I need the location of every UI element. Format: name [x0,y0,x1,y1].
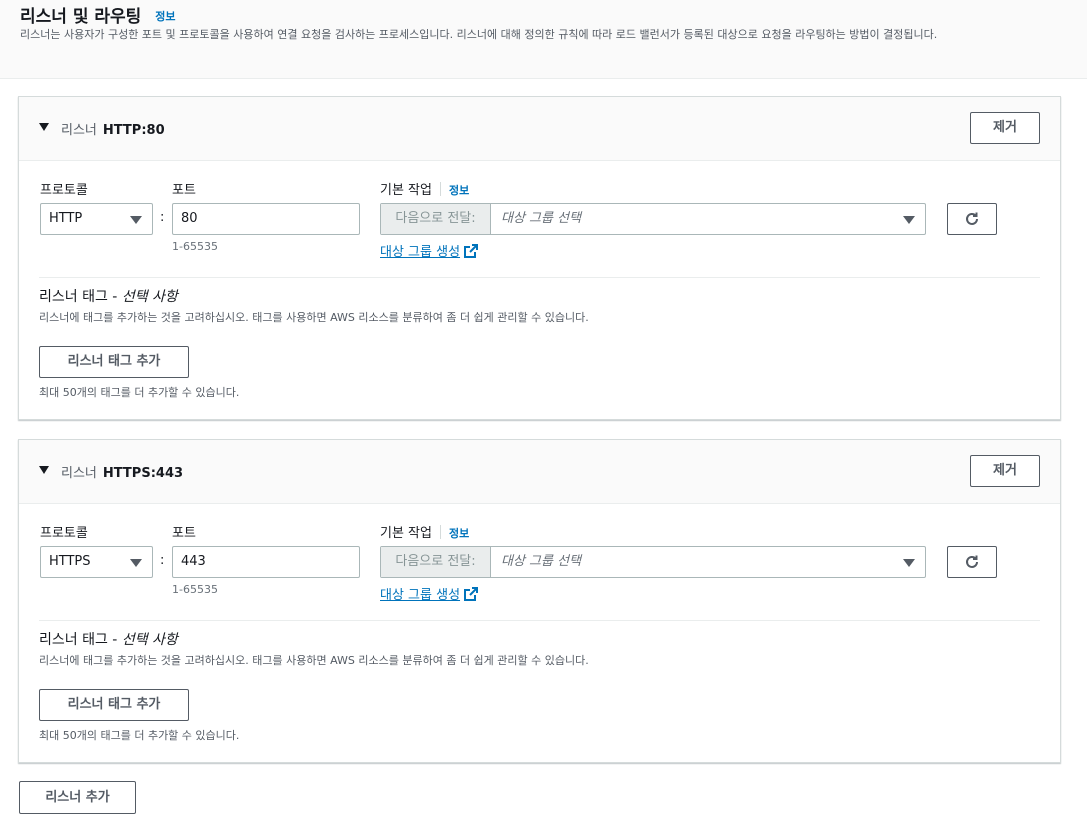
listeners-section-header: 리스너 및 라우팅 정보 리스너는 사용자가 구성한 포트 및 프로토콜을 사용… [0,0,1087,79]
port-hint: 1-65535 [172,240,218,253]
chevron-down-icon [903,559,915,567]
add-listener-tag-button[interactable]: 리스너 태그 추가 [39,346,189,378]
default-action-label: 기본 작업 정보 [380,179,469,198]
section-info-link[interactable]: 정보 [155,10,175,23]
listener-tags-description: 리스너에 태그를 추가하는 것을 고려하십시오. 태그를 사용하면 AWS 리소… [39,311,589,324]
optional-text: 선택 사항 [121,289,178,305]
port-hint: 1-65535 [172,583,218,596]
refresh-button[interactable] [947,203,997,235]
divider [39,620,1040,621]
chevron-down-icon [130,559,142,567]
divider [39,277,1040,278]
default-action-label: 기본 작업 정보 [380,522,469,541]
target-group-select[interactable]: 다음으로 전달: 대상 그룹 선택 [380,546,926,578]
listener-tags-title: 리스너 태그 - 선택 사항 [39,629,178,649]
section-title-text: 리스너 및 라우팅 [20,7,142,27]
listener-title[interactable]: 리스너 HTTP:80 [61,119,165,138]
tags-limit-note: 최대 50개의 태그를 더 추가할 수 있습니다. [39,729,240,742]
listener-title[interactable]: 리스너 HTTPS:443 [61,462,183,481]
target-group-placeholder: 대상 그룹 선택 [501,211,582,226]
port-label: 포트 [172,183,196,198]
port-input[interactable]: 80 [172,203,360,235]
listener-tags-title-text: 리스너 태그 - [39,289,122,305]
default-action-info-link[interactable]: 정보 [449,184,469,197]
forward-to-prefix: 다음으로 전달: [381,547,491,577]
port-input[interactable]: 443 [172,546,360,578]
remove-listener-button[interactable]: 제거 [970,455,1040,487]
default-action-label-text: 기본 작업 [380,183,432,198]
refresh-button[interactable] [947,546,997,578]
protocol-select[interactable]: HTTP [40,203,153,235]
port-label: 포트 [172,526,196,541]
protocol-label: 프로토콜 [40,183,88,198]
protocol-select-value: HTTP [49,211,83,226]
forward-to-prefix: 다음으로 전달: [381,204,491,234]
protocol-select-value: HTTPS [49,554,91,569]
optional-text: 선택 사항 [121,632,178,648]
listener-panel-header: 리스너 HTTPS:443 제거 [19,440,1060,504]
colon-separator: : [160,553,165,568]
external-link-icon [464,243,479,258]
create-target-group-link[interactable]: 대상 그룹 생성 [380,584,479,603]
create-target-group-text: 대상 그룹 생성 [380,588,461,603]
create-target-group-link[interactable]: 대상 그룹 생성 [380,241,479,260]
default-action-info-link[interactable]: 정보 [449,527,469,540]
caret-down-icon[interactable] [39,123,49,131]
add-listener-tag-button[interactable]: 리스너 태그 추가 [39,689,189,721]
tags-limit-note: 최대 50개의 태그를 더 추가할 수 있습니다. [39,386,240,399]
listener-panel-http: 리스너 HTTP:80 제거 프로토콜 HTTP : 포트 80 1-65535 … [18,96,1061,420]
caret-down-icon[interactable] [39,466,49,474]
section-description: 리스너는 사용자가 구성한 포트 및 프로토콜을 사용하여 연결 요청을 검사하… [20,28,938,41]
add-listener-button[interactable]: 리스너 추가 [19,781,136,814]
create-target-group-text: 대상 그룹 생성 [380,245,461,260]
target-group-select[interactable]: 다음으로 전달: 대상 그룹 선택 [380,203,926,235]
listener-label: 리스너 [61,466,97,481]
listener-name: HTTP:80 [102,123,165,138]
chevron-down-icon [130,216,142,224]
listener-name: HTTPS:443 [102,466,184,481]
listener-panel-header: 리스너 HTTP:80 제거 [19,97,1060,161]
listener-panel-https: 리스너 HTTPS:443 제거 프로토콜 HTTPS : 포트 443 1-65… [18,439,1061,763]
listener-tags-description: 리스너에 태그를 추가하는 것을 고려하십시오. 태그를 사용하면 AWS 리소… [39,654,589,667]
listener-tags-title: 리스너 태그 - 선택 사항 [39,286,178,306]
default-action-label-text: 기본 작업 [380,526,432,541]
refresh-icon [966,555,978,568]
section-title: 리스너 및 라우팅 정보 [20,2,176,27]
listener-label: 리스너 [61,123,97,138]
protocol-label: 프로토콜 [40,526,88,541]
target-group-placeholder: 대상 그룹 선택 [501,554,582,569]
remove-listener-button[interactable]: 제거 [970,112,1040,144]
chevron-down-icon [903,216,915,224]
listener-tags-title-text: 리스너 태그 - [39,632,122,648]
protocol-select[interactable]: HTTPS [40,546,153,578]
colon-separator: : [160,210,165,225]
external-link-icon [464,586,479,601]
refresh-icon [966,212,978,225]
